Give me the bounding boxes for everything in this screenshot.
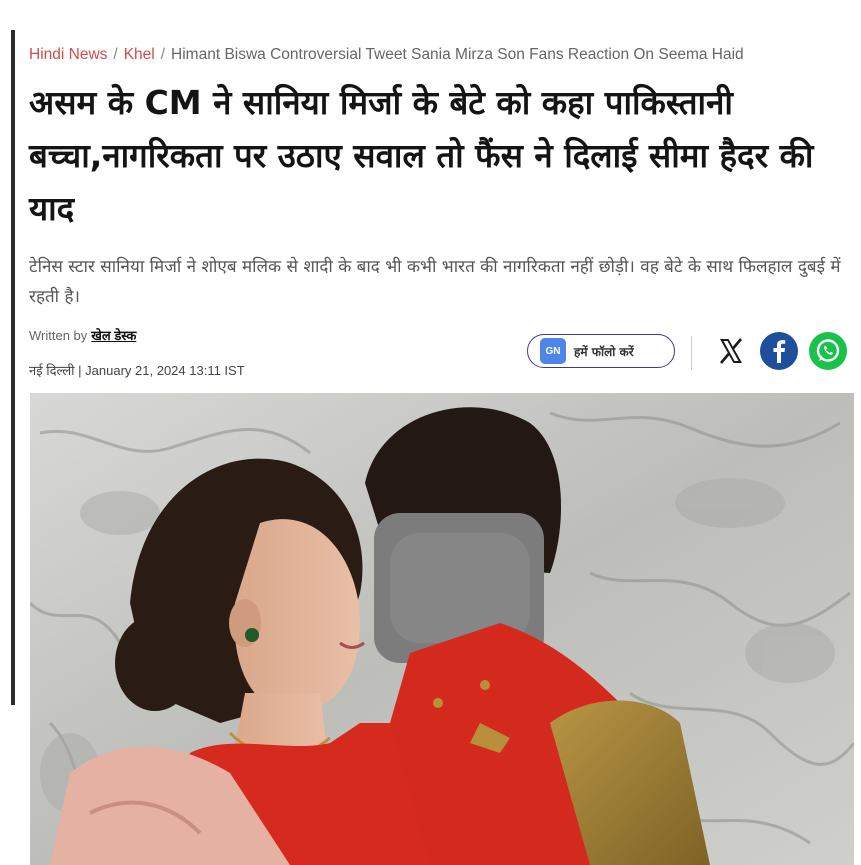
whatsapp-icon[interactable] [809, 332, 847, 370]
breadcrumb-separator: / [160, 46, 166, 63]
breadcrumb: Hindi News / Khel / Himant Biswa Controversi… [29, 46, 861, 68]
author-link[interactable]: खेल डेस्क [91, 328, 136, 343]
byline-prefix: Written by [29, 328, 88, 343]
breadcrumb-separator: / [113, 46, 118, 63]
date-separator: | [78, 363, 82, 378]
article-hero-photo [30, 393, 854, 865]
follow-label: हमें फॉलो करें [574, 344, 634, 359]
x-icon[interactable] [712, 332, 750, 370]
article-location: नई दिल्ली [29, 363, 75, 378]
article-summary: टेनिस स्टार सानिया मिर्जा ने शोएब मलिक स… [29, 257, 841, 307]
breadcrumb-hindi-news[interactable]: Hindi News [29, 46, 107, 63]
breadcrumb-khel[interactable]: Khel [124, 46, 155, 63]
dateline: नई दिल्ली | January 21, 2024 13:11 IST [29, 361, 245, 379]
byline: Written by खेल डेस्क [29, 326, 136, 344]
facebook-icon[interactable] [760, 332, 798, 370]
article-headline: असम के CM ने सानिया मिर्जा के बेटे को कह… [29, 83, 814, 228]
article-date: January 21, 2024 13:11 IST [85, 363, 245, 378]
google-news-icon: GN [540, 338, 566, 364]
share-divider [691, 336, 692, 370]
google-news-follow-button[interactable]: GN हमें फॉलो करें [527, 334, 675, 368]
breadcrumb-current: Himant Biswa Controversial Tweet Sania M… [171, 46, 744, 63]
left-rule [11, 30, 15, 705]
